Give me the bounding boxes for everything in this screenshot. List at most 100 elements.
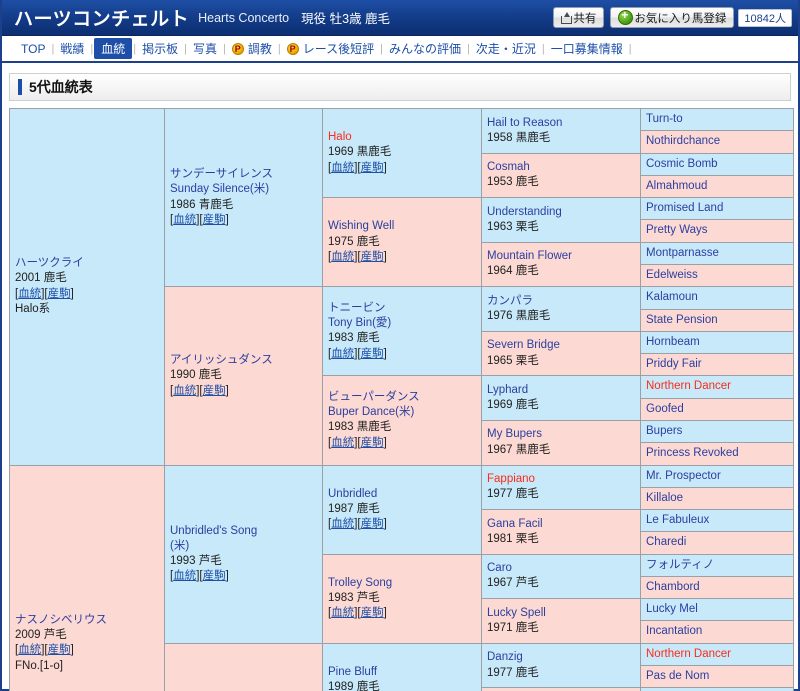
- share-button[interactable]: 共有: [553, 7, 605, 28]
- offspring-link[interactable]: 産駒: [48, 644, 71, 656]
- pedigree-cell-g2[interactable]: サンデーサイレンス Sunday Silence(米) 1986 青鹿毛 [血統][産…: [164, 107, 323, 288]
- nav-item-6[interactable]: P 調教: [227, 39, 277, 58]
- pedigree-cell-g5[interactable]: フォルティノ: [640, 553, 794, 577]
- pedigree-cell-g4[interactable]: Cosmah 1953 鹿毛: [481, 152, 641, 199]
- pedigree-cell-g5[interactable]: Le Fabuleux: [640, 509, 794, 533]
- pedigree-cell-g3[interactable]: Wishing Well 1975 鹿毛 [血統][産駒]: [322, 197, 482, 288]
- blood-link[interactable]: 血統: [173, 385, 196, 397]
- horse-name[interactable]: Cosmah: [487, 160, 635, 175]
- pedigree-cell-g5[interactable]: Charedi: [640, 531, 794, 555]
- horse-name[interactable]: ビューパーダンス: [328, 390, 476, 405]
- horse-name[interactable]: Promised Land: [646, 201, 788, 216]
- horse-name[interactable]: Montparnasse: [646, 246, 788, 261]
- blood-link[interactable]: 血統: [18, 288, 41, 300]
- blood-link[interactable]: 血統: [173, 214, 196, 226]
- pedigree-cell-g4[interactable]: Understanding 1963 栗毛: [481, 197, 641, 243]
- pedigree-cell-g4[interactable]: Caro 1967 芦毛: [481, 553, 641, 600]
- horse-name[interactable]: Unbridled's Song: [170, 524, 317, 539]
- horse-name[interactable]: Trolley Song: [328, 576, 476, 591]
- offspring-link[interactable]: 産駒: [203, 385, 226, 397]
- horse-name[interactable]: Northern Dancer: [646, 379, 788, 394]
- pedigree-cell-g4[interactable]: My Bupers 1967 黒鹿毛: [481, 419, 641, 466]
- horse-name[interactable]: ナスノシベリウス: [15, 613, 159, 628]
- pedigree-cell-g5[interactable]: Promised Land: [640, 197, 794, 221]
- horse-name[interactable]: Turn-to: [646, 112, 788, 127]
- nav-item-8[interactable]: みんなの評価: [384, 39, 466, 58]
- pedigree-cell-g5[interactable]: Lucky Mel: [640, 598, 794, 622]
- nav-item-1[interactable]: TOP: [16, 41, 50, 57]
- nav-item-5[interactable]: 写真: [188, 39, 222, 58]
- offspring-link[interactable]: 産駒: [203, 570, 226, 582]
- horse-name[interactable]: Understanding: [487, 205, 635, 220]
- horse-name[interactable]: Incantation: [646, 624, 788, 639]
- horse-name-secondary[interactable]: Tony Bin(愛): [328, 316, 476, 331]
- pedigree-cell-g5[interactable]: Montparnasse: [640, 241, 794, 265]
- offspring-link[interactable]: 産駒: [361, 162, 384, 174]
- nav-item-3[interactable]: 血統: [94, 38, 133, 59]
- horse-name[interactable]: Hail to Reason: [487, 116, 635, 131]
- blood-link[interactable]: 血統: [331, 437, 354, 449]
- pedigree-cell-g5[interactable]: Incantation: [640, 620, 794, 644]
- pedigree-cell-g5[interactable]: Nothirdchance: [640, 130, 794, 154]
- horse-name[interactable]: Fappiano: [487, 472, 635, 487]
- horse-name[interactable]: Bupers: [646, 424, 788, 439]
- nav-item-4[interactable]: 掲示板: [137, 39, 183, 58]
- horse-name[interactable]: トニービン: [328, 301, 476, 316]
- offspring-link[interactable]: 産駒: [361, 518, 384, 530]
- blood-link[interactable]: 血統: [331, 251, 354, 263]
- horse-name[interactable]: フォルティノ: [646, 558, 788, 573]
- horse-name[interactable]: Mr. Prospector: [646, 469, 788, 484]
- horse-name[interactable]: Pretty Ways: [646, 223, 788, 238]
- add-favorite-horse-button[interactable]: お気に入り馬登録: [610, 7, 735, 28]
- offspring-link[interactable]: 産駒: [361, 348, 384, 360]
- horse-name[interactable]: Nothirdchance: [646, 134, 788, 149]
- horse-name[interactable]: State Pension: [646, 313, 788, 328]
- horse-name[interactable]: アイリッシュダンス: [170, 353, 317, 368]
- pedigree-cell-g5[interactable]: Almahmoud: [640, 174, 794, 199]
- pedigree-cell-g3[interactable]: Pine Bluff1989 鹿毛[血統][産駒]: [322, 642, 482, 691]
- pedigree-cell-g5[interactable]: Killaloe: [640, 486, 794, 511]
- horse-name[interactable]: Charedi: [646, 535, 788, 550]
- pedigree-cell-g5[interactable]: Pretty Ways: [640, 219, 794, 243]
- horse-name[interactable]: Northern Dancer: [646, 647, 788, 662]
- pedigree-cell-g5[interactable]: Mr. Prospector: [640, 464, 794, 488]
- pedigree-cell-g5[interactable]: Northern Dancer: [640, 642, 794, 667]
- nav-item-10[interactable]: 一口募集情報: [546, 39, 628, 58]
- horse-name-secondary[interactable]: (米): [170, 539, 317, 554]
- horse-name[interactable]: Gana Facil: [487, 517, 635, 532]
- horse-name[interactable]: Priddy Fair: [646, 357, 788, 372]
- horse-name[interactable]: Almahmoud: [646, 179, 788, 194]
- pedigree-cell-g3[interactable]: Halo 1969 黒鹿毛 [血統][産駒]: [322, 107, 482, 199]
- horse-name[interactable]: Cosmic Bomb: [646, 157, 788, 172]
- horse-name[interactable]: Lyphard: [487, 383, 635, 398]
- pedigree-cell-g4[interactable]: Lucky Spell 1971 鹿毛: [481, 598, 641, 644]
- pedigree-cell-g4[interactable]: Fappiano 1977 鹿毛: [481, 464, 641, 511]
- blood-link[interactable]: 血統: [173, 570, 196, 582]
- pedigree-cell-g5[interactable]: Goofed: [640, 397, 794, 421]
- horse-name[interactable]: Hornbeam: [646, 335, 788, 350]
- blood-link[interactable]: 血統: [331, 607, 354, 619]
- horse-name[interactable]: Mountain Flower: [487, 249, 635, 264]
- horse-name[interactable]: Wishing Well: [328, 219, 476, 234]
- nav-item-7[interactable]: P レース後短評: [282, 39, 379, 58]
- pedigree-cell-g1[interactable]: ナスノシベリウス 2009 芦毛 [血統][産駒] FNo.[1-o]: [9, 464, 165, 691]
- pedigree-cell-g4[interactable]: Hail to Reason 1958 黒鹿毛: [481, 108, 641, 154]
- blood-link[interactable]: 血統: [18, 644, 41, 656]
- pedigree-cell-g5[interactable]: State Pension: [640, 308, 794, 332]
- offspring-link[interactable]: 産駒: [48, 288, 71, 300]
- blood-link[interactable]: 血統: [331, 518, 354, 530]
- pedigree-cell-g3[interactable]: Unbridled 1987 鹿毛 [血統][産駒]: [322, 464, 482, 555]
- horse-name[interactable]: Princess Revoked: [646, 446, 788, 461]
- horse-name[interactable]: Pine Bluff: [328, 665, 476, 680]
- horse-name[interactable]: Lucky Spell: [487, 606, 635, 621]
- pedigree-cell-g3[interactable]: Trolley Song 1983 芦毛 [血統][産駒]: [322, 553, 482, 644]
- pedigree-cell-g5[interactable]: Cosmic Bomb: [640, 152, 794, 176]
- pedigree-cell-g4[interactable]: カンパラ 1976 黒鹿毛: [481, 286, 641, 332]
- pedigree-cell-g5[interactable]: Edelweiss: [640, 263, 794, 288]
- pedigree-cell-g5[interactable]: Princess Revoked: [640, 442, 794, 466]
- pedigree-cell-g4[interactable]: Mountain Flower 1964 鹿毛: [481, 241, 641, 288]
- horse-name[interactable]: Le Fabuleux: [646, 513, 788, 528]
- horse-name[interactable]: Killaloe: [646, 491, 788, 506]
- offspring-link[interactable]: 産駒: [361, 251, 384, 263]
- horse-name[interactable]: Kalamoun: [646, 290, 788, 305]
